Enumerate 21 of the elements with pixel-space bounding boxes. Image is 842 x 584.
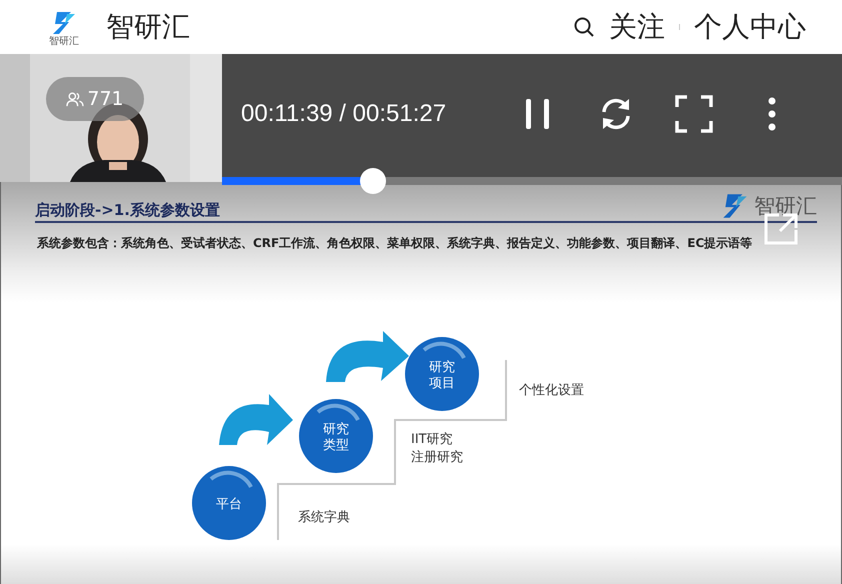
step-label: 研究 类型 xyxy=(323,422,349,453)
logo-caption: 智研汇 xyxy=(49,36,79,46)
site-title: 智研汇 xyxy=(106,9,190,45)
nav-link[interactable]: 关注 xyxy=(609,8,665,46)
search-icon[interactable] xyxy=(573,16,595,38)
step-label: 平台 xyxy=(216,497,242,512)
more-icon[interactable] xyxy=(767,96,777,132)
progress-handle[interactable] xyxy=(360,168,386,194)
viewer-count: 771 xyxy=(46,77,144,121)
step-note: IIT研究 注册研究 xyxy=(411,432,463,465)
step-label: 研究 项目 xyxy=(429,360,455,391)
fullscreen-button[interactable] xyxy=(674,94,714,134)
step-note: 个性化设置 xyxy=(519,383,584,398)
intro-label: 系统参数包含： xyxy=(37,235,121,252)
people-icon xyxy=(66,91,84,107)
nav-link[interactable]: 个人中心 xyxy=(694,8,806,46)
slide-title: 启动阶段->1.系统参数设置 xyxy=(35,201,220,220)
step-note: 系统字典 xyxy=(298,510,350,525)
playback-time: 00:11:39 / 00:51:27 xyxy=(241,100,446,128)
brand-name: 智研汇 xyxy=(754,193,817,220)
intro-text: 系统角色、受试者状态、CRF工作流、角色权限、菜单权限、系统字典、报告定义、功能参数、项目翻译、EC提示语等 xyxy=(121,235,754,252)
